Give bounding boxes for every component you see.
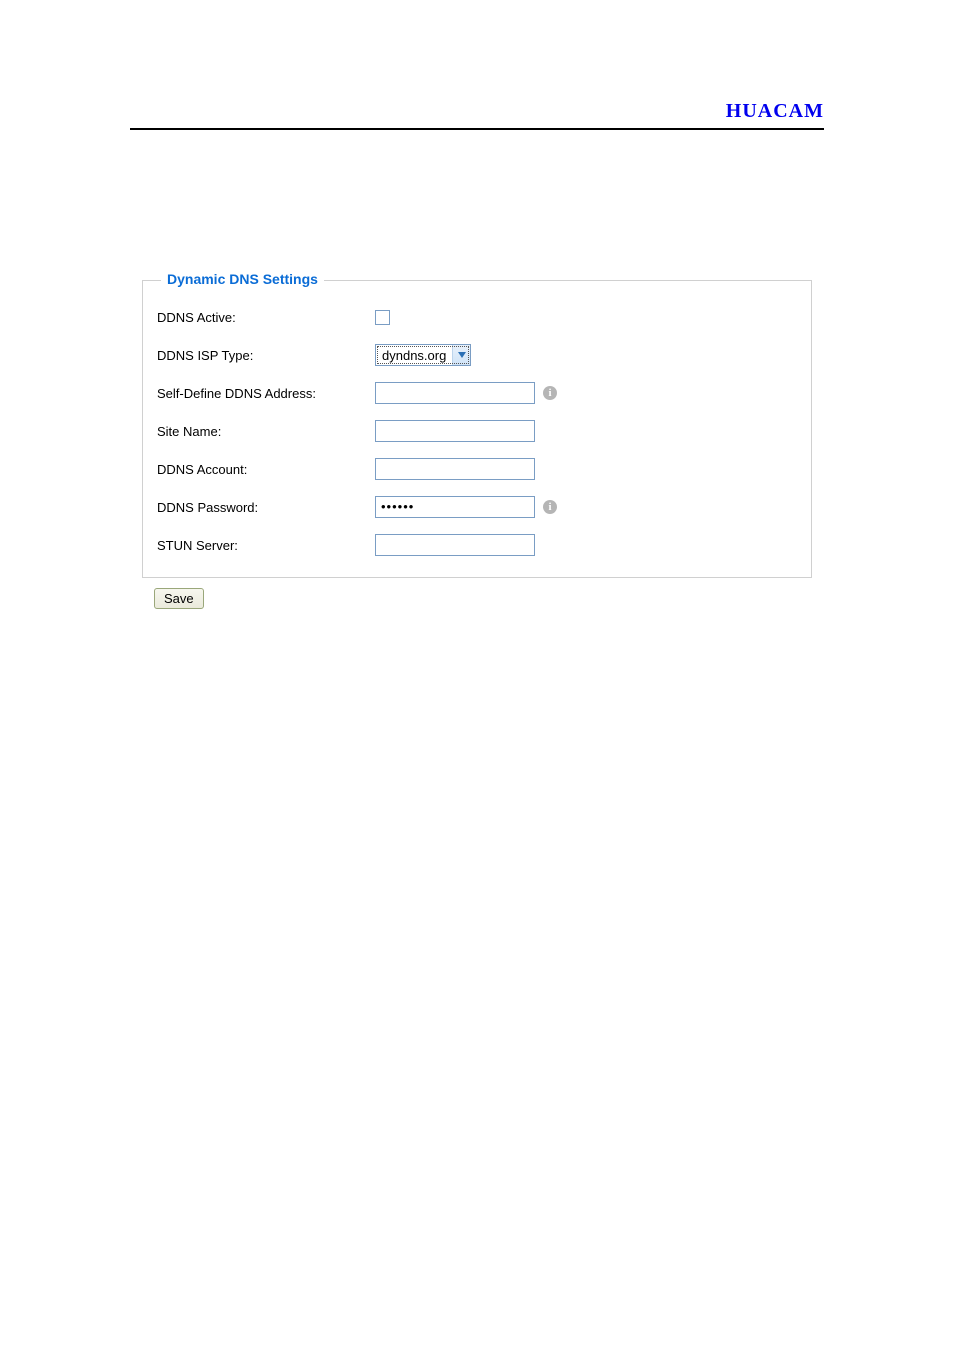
ddns-settings-fieldset: Dynamic DNS Settings DDNS Active: DDNS I… (142, 280, 812, 578)
select-value: dyndns.org (376, 348, 452, 363)
row-site-name: Site Name: (157, 419, 797, 443)
header-bar: HUACAM (130, 100, 824, 130)
fieldset-legend: Dynamic DNS Settings (161, 271, 324, 287)
row-ddns-account: DDNS Account: (157, 457, 797, 481)
brand-logo: HUACAM (726, 100, 824, 122)
save-button[interactable]: Save (154, 588, 204, 609)
save-row: Save (154, 588, 812, 609)
label-ddns-password: DDNS Password: (157, 500, 375, 515)
select-ddns-isp-type[interactable]: dyndns.org (375, 344, 471, 366)
row-ddns-isp-type: DDNS ISP Type: dyndns.org (157, 343, 797, 367)
row-self-define-addr: Self-Define DDNS Address: i (157, 381, 797, 405)
row-ddns-password: DDNS Password: •••••• i (157, 495, 797, 519)
chevron-down-icon (452, 345, 470, 365)
label-ddns-account: DDNS Account: (157, 462, 375, 477)
label-ddns-isp-type: DDNS ISP Type: (157, 348, 375, 363)
row-stun-server: STUN Server: (157, 533, 797, 557)
label-ddns-active: DDNS Active: (157, 310, 375, 325)
page: HUACAM Dynamic DNS Settings DDNS Active:… (0, 0, 954, 609)
input-stun-server[interactable] (375, 534, 535, 556)
label-stun-server: STUN Server: (157, 538, 375, 553)
info-icon[interactable]: i (543, 386, 557, 400)
label-self-define-addr: Self-Define DDNS Address: (157, 386, 375, 401)
input-site-name[interactable] (375, 420, 535, 442)
content: Dynamic DNS Settings DDNS Active: DDNS I… (142, 280, 812, 609)
input-ddns-account[interactable] (375, 458, 535, 480)
label-site-name: Site Name: (157, 424, 375, 439)
input-ddns-password[interactable]: •••••• (375, 496, 535, 518)
info-icon[interactable]: i (543, 500, 557, 514)
row-ddns-active: DDNS Active: (157, 305, 797, 329)
checkbox-ddns-active[interactable] (375, 310, 390, 325)
input-self-define-addr[interactable] (375, 382, 535, 404)
